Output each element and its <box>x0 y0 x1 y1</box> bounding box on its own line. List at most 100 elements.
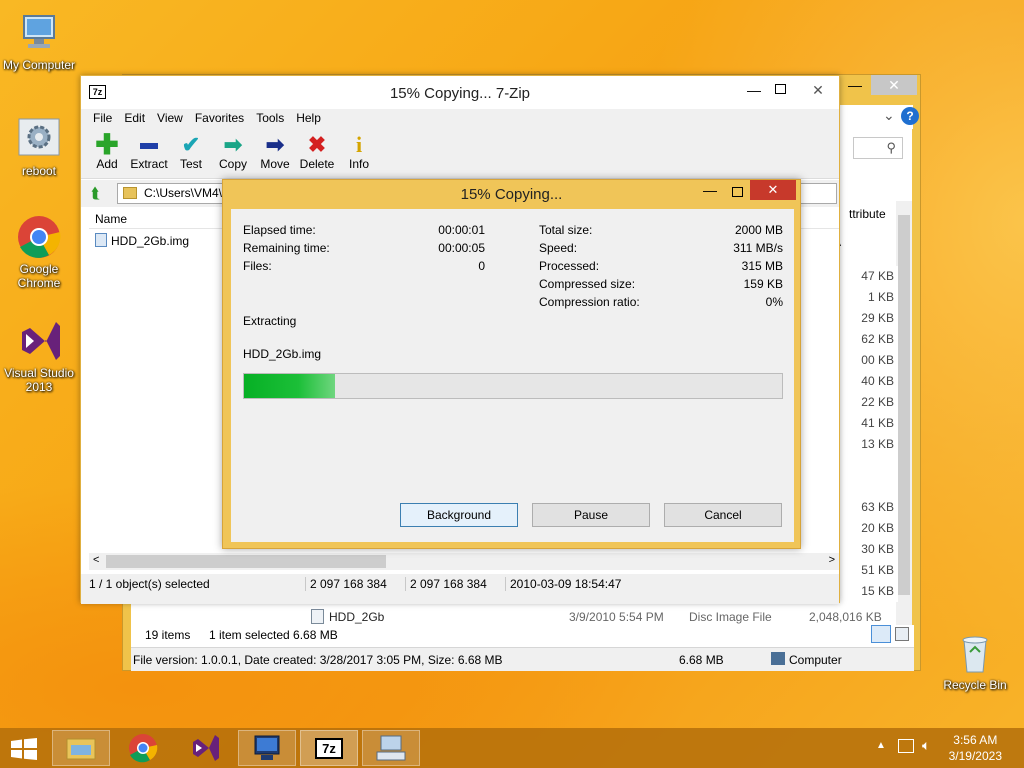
selection-info: 1 item selected 6.68 MB <box>209 628 338 642</box>
status-modified: 2010-03-09 18:54:47 <box>505 577 621 591</box>
desktop-icon-chrome[interactable]: Google Chrome <box>1 214 77 290</box>
pause-button[interactable]: Pause <box>532 503 650 527</box>
compression-ratio-value: 0% <box>765 295 783 309</box>
clock-date: 3/19/2023 <box>948 749 1002 763</box>
network-icon[interactable] <box>898 739 914 753</box>
menu-favorites[interactable]: Favorites <box>189 109 250 127</box>
dialog-close-button[interactable]: ✕ <box>750 180 796 200</box>
horizontal-scrollbar[interactable]: < > <box>89 553 839 570</box>
explorer-file-row[interactable]: HDD_2Gb 3/9/2010 5:54 PM Disc Image File… <box>311 607 921 627</box>
taskbar-7zip[interactable]: 7z <box>300 730 358 766</box>
dialog-title-bar[interactable]: 15% Copying... — ✕ <box>223 180 800 208</box>
desktop-icon-recycle-bin[interactable]: Recycle Bin <box>937 630 1013 692</box>
file-size: 2,048,016 KB <box>809 610 882 624</box>
explorer-search-input[interactable]: ⚲ <box>853 137 903 159</box>
size-cell: 1 KB <box>867 290 894 304</box>
copying-dialog[interactable]: 15% Copying... — ✕ Elapsed time: 00:00:0… <box>222 179 801 549</box>
start-button[interactable] <box>10 738 38 760</box>
show-hidden-icons-icon[interactable]: ▲ <box>876 740 886 751</box>
menu-tools[interactable]: Tools <box>250 109 290 127</box>
size-cell: 63 KB <box>861 500 894 514</box>
minimize-button[interactable]: — <box>747 82 761 98</box>
up-folder-icon[interactable]: ⮬ <box>91 185 100 202</box>
taskbar-visual-studio[interactable] <box>176 730 234 766</box>
taskbar-keyboard-app[interactable] <box>362 730 420 766</box>
menu-file[interactable]: File <box>87 109 118 127</box>
copy-button[interactable]: ➡ Copy <box>211 133 255 172</box>
explorer-vertical-scrollbar[interactable] <box>896 201 912 641</box>
elapsed-time-label: Elapsed time: <box>243 223 316 237</box>
chrome-icon <box>16 214 62 260</box>
desktop-icon-label: Google Chrome <box>17 262 61 290</box>
file-type: Disc Image File <box>689 610 772 624</box>
maximize-button[interactable] <box>775 84 786 94</box>
column-header-attributes[interactable]: ttribute <box>839 203 899 225</box>
desktop-icon-my-computer[interactable]: My Computer <box>1 10 77 72</box>
large-icons-view-icon[interactable] <box>895 627 909 641</box>
menu-help[interactable]: Help <box>290 109 327 127</box>
monitor-icon <box>254 735 280 760</box>
size-cell <box>846 476 898 497</box>
taskbar-remote-desktop[interactable] <box>238 730 296 766</box>
toolbar-label: Delete <box>299 157 335 171</box>
system-clock[interactable]: 3:56 AM 3/19/2023 <box>949 732 1002 764</box>
dialog-maximize-button[interactable] <box>732 187 743 197</box>
add-button[interactable]: ✚ Add <box>85 129 129 172</box>
desktop-icon-reboot[interactable]: reboot <box>1 116 77 178</box>
plus-icon: ✚ <box>95 129 119 160</box>
explorer-details-bar: File version: 1.0.0.1, Date created: 3/2… <box>131 647 914 671</box>
computer-icon <box>16 10 62 56</box>
taskbar: 7z ▲ 🔈︎ 3:56 AM 3/19/2023 <box>0 728 1024 768</box>
7zip-title-bar[interactable]: 7z 15% Copying... 7-Zip — ✕ <box>81 76 839 109</box>
keyboard-computer-icon <box>376 735 406 761</box>
dialog-minimize-button[interactable]: — <box>703 182 717 198</box>
background-button[interactable]: Background <box>400 503 518 527</box>
disc-image-file-icon <box>311 609 324 624</box>
move-button[interactable]: ➡ Move <box>253 133 297 172</box>
list-item-name: HDD_2Gb.img <box>111 234 190 248</box>
scroll-right-icon[interactable]: > <box>829 554 835 566</box>
7zip-icon: 7z <box>315 738 343 759</box>
window-title: 15% Copying... 7-Zip <box>389 85 531 102</box>
close-button[interactable]: ✕ <box>799 79 837 101</box>
test-button[interactable]: ✔ Test <box>169 133 213 172</box>
delete-button[interactable]: ✖ Delete <box>295 132 339 172</box>
info-button[interactable]: i Info <box>337 132 381 172</box>
taskbar-file-explorer[interactable] <box>52 730 110 766</box>
operation-label: Extracting <box>243 314 297 328</box>
explorer-minimize-button[interactable]: — <box>841 75 869 95</box>
help-icon[interactable]: ? <box>901 107 919 125</box>
scroll-left-icon[interactable]: < <box>93 554 99 566</box>
size-cell: 47 KB <box>861 269 894 283</box>
speed-value: 311 MB/s <box>733 241 783 255</box>
details-view-icon[interactable] <box>871 625 891 643</box>
scrollbar-thumb[interactable] <box>106 555 386 568</box>
status-size: 2 097 168 384 <box>305 577 387 591</box>
toolbar-label: Extract <box>130 157 168 171</box>
desktop-icon-visual-studio[interactable]: Visual Studio 2013 <box>1 318 77 394</box>
status-size: 6.68 MB <box>679 653 724 667</box>
items-count: 19 items <box>145 628 191 642</box>
clock-time: 3:56 AM <box>953 733 998 747</box>
size-cell: 00 KB <box>861 353 894 367</box>
volume-icon[interactable]: 🔈︎ <box>922 737 930 754</box>
scrollbar-thumb[interactable] <box>898 215 910 595</box>
menu-view[interactable]: View <box>151 109 189 127</box>
file-date: 3/9/2010 5:54 PM <box>569 610 664 624</box>
extract-button[interactable]: Extract <box>127 133 171 171</box>
progress-bar <box>243 373 783 399</box>
list-item[interactable]: HDD_2Gb.img <box>93 231 223 249</box>
menu-edit[interactable]: Edit <box>118 109 151 127</box>
cancel-button[interactable]: Cancel <box>664 503 782 527</box>
desktop-icon-label: My Computer <box>2 58 76 72</box>
folder-icon <box>123 187 137 199</box>
explorer-close-button[interactable]: ✕ <box>871 75 917 95</box>
chevron-down-icon[interactable]: ⌄ <box>883 107 895 124</box>
column-header-name[interactable]: Name <box>95 212 127 226</box>
taskbar-chrome[interactable] <box>114 730 172 766</box>
info-icon: i <box>355 132 363 157</box>
gear-icon <box>16 116 62 162</box>
size-cell: 40 KB <box>861 374 894 388</box>
delete-icon: ✖ <box>307 132 327 157</box>
column-header-label: ttribute <box>849 207 886 221</box>
